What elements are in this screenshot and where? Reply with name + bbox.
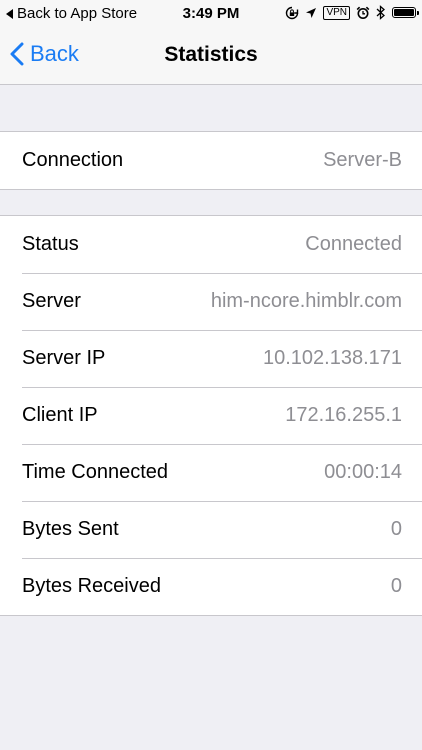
server-label: Server <box>22 290 81 312</box>
time-connected-value: 00:00:14 <box>324 461 402 483</box>
bytes-received-value: 0 <box>390 575 402 597</box>
bytes-sent-label: Bytes Sent <box>22 518 119 540</box>
status-value: Connected <box>305 233 402 255</box>
statistics-group: Status Connected Server him-ncore.himblr… <box>0 215 422 616</box>
location-arrow-icon <box>305 7 317 19</box>
client-ip-row: Client IP 172.16.255.1 <box>0 387 422 444</box>
navigation-bar: Back Statistics <box>0 28 422 85</box>
time-connected-label: Time Connected <box>22 461 168 483</box>
time-connected-row: Time Connected 00:00:14 <box>0 444 422 501</box>
connection-label: Connection <box>22 149 124 171</box>
bytes-received-row: Bytes Received 0 <box>0 558 422 615</box>
server-value: him-ncore.himblr.com <box>210 290 402 312</box>
bytes-received-label: Bytes Received <box>22 575 161 597</box>
status-label: Status <box>22 233 79 255</box>
bytes-sent-value: 0 <box>390 518 402 540</box>
connection-row[interactable]: Connection Server-B <box>0 132 422 189</box>
battery-icon <box>392 7 419 18</box>
status-row: Status Connected <box>0 216 422 273</box>
connection-group: Connection Server-B <box>0 131 422 190</box>
server-ip-label: Server IP <box>22 347 106 369</box>
status-bar: Back to App Store 3:49 PM VPN <box>0 0 422 28</box>
alarm-icon <box>356 6 370 20</box>
rotation-lock-icon <box>285 6 299 20</box>
bytes-sent-row: Bytes Sent 0 <box>0 501 422 558</box>
server-ip-row: Server IP 10.102.138.171 <box>0 330 422 387</box>
battery-tip <box>417 11 419 15</box>
vpn-indicator: VPN <box>323 5 350 20</box>
server-ip-value: 10.102.138.171 <box>262 347 402 369</box>
server-row: Server him-ncore.himblr.com <box>0 273 422 330</box>
client-ip-value: 172.16.255.1 <box>285 404 402 426</box>
client-ip-label: Client IP <box>22 404 98 426</box>
bluetooth-icon <box>376 5 386 20</box>
connection-value: Server-B <box>323 149 402 171</box>
page-title: Statistics <box>164 43 258 66</box>
battery-level <box>394 9 414 16</box>
status-icons: VPN <box>285 5 419 20</box>
